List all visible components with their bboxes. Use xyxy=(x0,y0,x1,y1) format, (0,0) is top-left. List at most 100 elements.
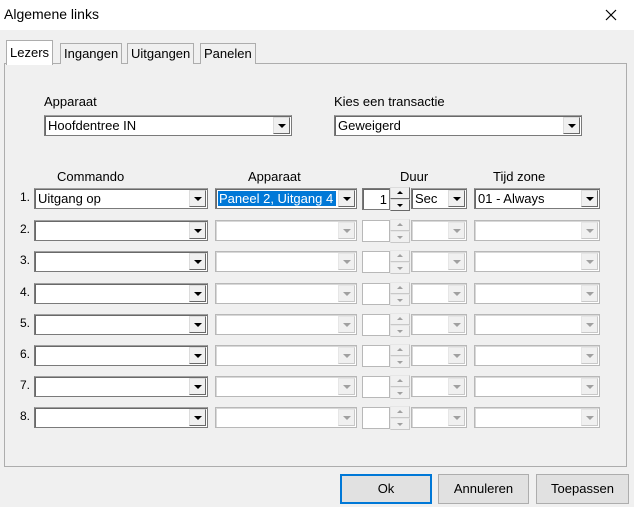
dropdown-button[interactable] xyxy=(581,222,598,239)
dropdown-button[interactable] xyxy=(448,285,465,302)
dropdown-button[interactable] xyxy=(448,253,465,270)
apparaat-row-select[interactable] xyxy=(215,251,357,272)
dropdown-button[interactable] xyxy=(338,222,355,239)
dropdown-button[interactable] xyxy=(448,190,465,207)
dropdown-button[interactable] xyxy=(581,409,598,426)
spin-up-button[interactable] xyxy=(390,313,410,325)
spin-down-button[interactable] xyxy=(390,294,410,306)
tab-ingangen[interactable]: Ingangen xyxy=(60,43,123,64)
spin-down-button[interactable] xyxy=(390,418,410,430)
tab-uitgangen[interactable]: Uitgangen xyxy=(127,43,195,64)
duur-input[interactable] xyxy=(362,314,390,336)
unit-select[interactable]: Sec xyxy=(411,188,467,209)
spin-up-button[interactable] xyxy=(390,344,410,356)
tijdzone-select[interactable] xyxy=(474,376,600,397)
duur-input[interactable] xyxy=(362,220,390,242)
tab-lezers[interactable]: Lezers xyxy=(6,40,54,65)
duur-input[interactable] xyxy=(362,283,390,305)
dropdown-button[interactable] xyxy=(273,117,290,134)
dropdown-button[interactable] xyxy=(581,190,598,207)
duur-spinner[interactable] xyxy=(390,313,410,337)
cancel-button[interactable]: Annuleren xyxy=(438,474,529,504)
apply-button[interactable]: Toepassen xyxy=(536,474,629,504)
commando-select[interactable] xyxy=(34,220,208,241)
unit-select[interactable] xyxy=(411,376,467,397)
commando-select[interactable] xyxy=(34,251,208,272)
spin-down-button[interactable] xyxy=(390,231,410,243)
close-button[interactable] xyxy=(588,0,634,30)
spin-down-button[interactable] xyxy=(390,325,410,337)
unit-select[interactable] xyxy=(411,345,467,366)
dropdown-button[interactable] xyxy=(581,378,598,395)
apparaat-row-select[interactable] xyxy=(215,220,357,241)
unit-select[interactable] xyxy=(411,220,467,241)
tijdzone-select[interactable] xyxy=(474,283,600,304)
dropdown-button[interactable] xyxy=(338,316,355,333)
commando-select[interactable] xyxy=(34,314,208,335)
spin-down-button[interactable] xyxy=(390,262,410,274)
spin-up-button[interactable] xyxy=(390,282,410,294)
tijdzone-select[interactable] xyxy=(474,220,600,241)
duur-spinner[interactable] xyxy=(390,375,410,399)
dropdown-button[interactable] xyxy=(189,316,206,333)
dropdown-button[interactable] xyxy=(338,253,355,270)
duur-spinner[interactable] xyxy=(390,282,410,306)
apparaat-select[interactable]: Hoofdentree IN xyxy=(44,115,292,136)
apparaat-row-select[interactable] xyxy=(215,376,357,397)
dropdown-button[interactable] xyxy=(189,347,206,364)
unit-select[interactable] xyxy=(411,314,467,335)
apparaat-row-select[interactable] xyxy=(215,283,357,304)
commando-select[interactable] xyxy=(34,376,208,397)
dropdown-button[interactable] xyxy=(581,316,598,333)
dropdown-button[interactable] xyxy=(338,347,355,364)
dropdown-button[interactable] xyxy=(581,253,598,270)
spin-up-button[interactable] xyxy=(390,187,410,199)
duur-input[interactable] xyxy=(362,251,390,273)
dropdown-button[interactable] xyxy=(448,347,465,364)
commando-select[interactable] xyxy=(34,345,208,366)
unit-select[interactable] xyxy=(411,283,467,304)
duur-spinner[interactable] xyxy=(390,406,410,430)
dropdown-button[interactable] xyxy=(581,285,598,302)
tijdzone-select[interactable] xyxy=(474,407,600,428)
apparaat-row-select[interactable] xyxy=(215,407,357,428)
duur-input[interactable]: 1 xyxy=(362,188,390,210)
dropdown-button[interactable] xyxy=(189,253,206,270)
dropdown-button[interactable] xyxy=(448,316,465,333)
tab-panelen[interactable]: Panelen xyxy=(200,43,256,64)
dropdown-button[interactable] xyxy=(448,222,465,239)
tijdzone-select[interactable] xyxy=(474,314,600,335)
transactie-select[interactable]: Geweigerd xyxy=(334,115,582,136)
duur-input[interactable] xyxy=(362,345,390,367)
dropdown-button[interactable] xyxy=(189,285,206,302)
dropdown-button[interactable] xyxy=(189,190,206,207)
tijdzone-select[interactable]: 01 - Always xyxy=(474,188,600,209)
apparaat-row-select[interactable] xyxy=(215,314,357,335)
spin-up-button[interactable] xyxy=(390,250,410,262)
dropdown-button[interactable] xyxy=(189,409,206,426)
commando-select[interactable] xyxy=(34,283,208,304)
dropdown-button[interactable] xyxy=(563,117,580,134)
dropdown-button[interactable] xyxy=(581,347,598,364)
duur-spinner[interactable] xyxy=(390,344,410,368)
duur-spinner[interactable] xyxy=(390,219,410,243)
dropdown-button[interactable] xyxy=(338,190,355,207)
commando-select[interactable]: Uitgang op xyxy=(34,188,208,209)
duur-spinner[interactable] xyxy=(390,250,410,274)
dropdown-button[interactable] xyxy=(338,378,355,395)
apparaat-row-select[interactable] xyxy=(215,345,357,366)
tijdzone-select[interactable] xyxy=(474,251,600,272)
duur-spinner[interactable] xyxy=(390,187,410,211)
tijdzone-select[interactable] xyxy=(474,345,600,366)
spin-up-button[interactable] xyxy=(390,219,410,231)
unit-select[interactable] xyxy=(411,251,467,272)
dropdown-button[interactable] xyxy=(189,378,206,395)
spin-down-button[interactable] xyxy=(390,199,410,211)
dropdown-button[interactable] xyxy=(338,285,355,302)
dropdown-button[interactable] xyxy=(448,409,465,426)
unit-select[interactable] xyxy=(411,407,467,428)
dropdown-button[interactable] xyxy=(189,222,206,239)
ok-button[interactable]: Ok xyxy=(340,474,432,504)
duur-input[interactable] xyxy=(362,407,390,429)
dropdown-button[interactable] xyxy=(338,409,355,426)
